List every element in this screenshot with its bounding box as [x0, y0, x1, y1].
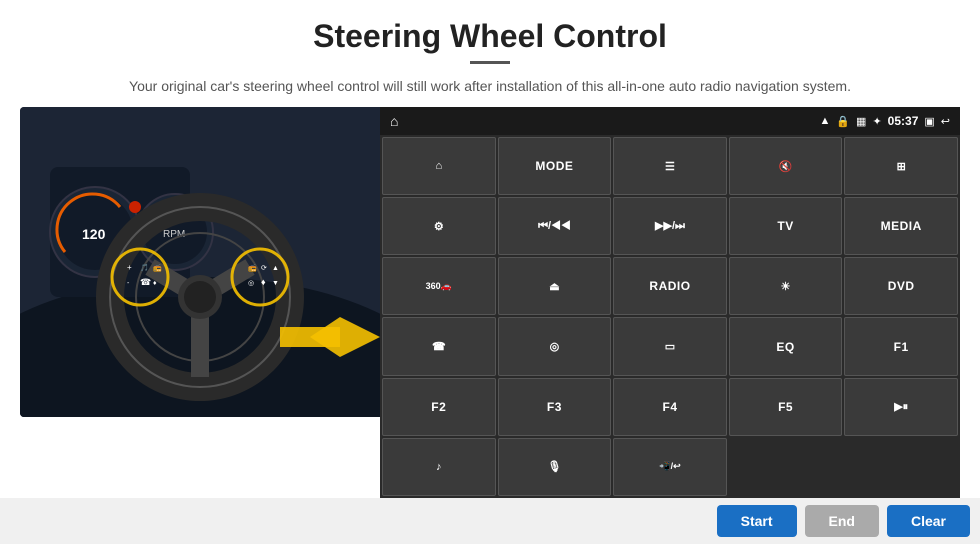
window-icon: ▣	[924, 115, 934, 128]
phone-button[interactable]: ☎	[382, 317, 496, 375]
status-bar-right: ▲ 🔒 ▦ ✦ 05:37 ▣ ↩	[819, 114, 950, 128]
status-bar-left: ⌂	[390, 113, 398, 129]
mute-button[interactable]: 🔇	[729, 137, 843, 195]
screen-button[interactable]: ▭	[613, 317, 727, 375]
buttons-grid: ⌂ MODE ☰ 🔇 ⊞ ⚙ ⏮/◀◀ ▶▶/⏭ TV MEDIA 360🚗 ⏏…	[380, 135, 960, 498]
call-toggle-button[interactable]: 📲/↩	[613, 438, 727, 496]
header-section: Steering Wheel Control Your original car…	[0, 0, 980, 107]
eq-button[interactable]: EQ	[729, 317, 843, 375]
f4-button[interactable]: F4	[613, 378, 727, 436]
grid-button[interactable]: ⊞	[844, 137, 958, 195]
f1-button[interactable]: F1	[844, 317, 958, 375]
svg-text:📻: 📻	[248, 264, 257, 272]
prev-button[interactable]: ⏮/◀◀	[498, 197, 612, 255]
end-button[interactable]: End	[805, 505, 879, 537]
back-icon: ↩	[941, 115, 950, 128]
brightness-button[interactable]: ☀	[729, 257, 843, 315]
svg-text:🎵: 🎵	[140, 263, 149, 272]
playpause-button[interactable]: ▶⏸	[844, 378, 958, 436]
car-image-section: 120 RPM	[20, 107, 380, 417]
next-button[interactable]: ▶▶/⏭	[613, 197, 727, 255]
bottom-bar: Start End Clear	[0, 498, 980, 544]
subtitle-text: Your original car's steering wheel contr…	[60, 76, 920, 97]
radio-button[interactable]: RADIO	[613, 257, 727, 315]
svg-text:📻: 📻	[153, 264, 162, 272]
eject-button[interactable]: ⏏	[498, 257, 612, 315]
start-button[interactable]: Start	[717, 505, 797, 537]
f5-button[interactable]: F5	[729, 378, 843, 436]
svg-text:+: +	[127, 263, 132, 272]
empty-btn-1	[729, 438, 843, 496]
settings-button[interactable]: ⚙	[382, 197, 496, 255]
360-button[interactable]: 360🚗	[382, 257, 496, 315]
page-title: Steering Wheel Control	[60, 18, 920, 55]
empty-btn-2	[844, 438, 958, 496]
svg-text:▲: ▲	[272, 265, 279, 272]
wifi-icon: ▲	[819, 115, 830, 127]
svg-text:◎: ◎	[248, 280, 254, 287]
lock-icon: 🔒	[836, 115, 850, 128]
music-button[interactable]: ♪	[382, 438, 496, 496]
time-display: 05:37	[888, 114, 919, 128]
list-button[interactable]: ☰	[613, 137, 727, 195]
content-area: 120 RPM	[0, 107, 980, 498]
home-button[interactable]: ⌂	[382, 137, 496, 195]
clear-button[interactable]: Clear	[887, 505, 970, 537]
svg-text:♦: ♦	[261, 277, 266, 287]
nav-button[interactable]: ◎	[498, 317, 612, 375]
home-icon: ⌂	[390, 113, 398, 129]
tv-button[interactable]: TV	[729, 197, 843, 255]
mode-button[interactable]: MODE	[498, 137, 612, 195]
f3-button[interactable]: F3	[498, 378, 612, 436]
status-bar: ⌂ ▲ 🔒 ▦ ✦ 05:37 ▣ ↩	[380, 107, 960, 135]
mic-button[interactable]: 🎙	[498, 438, 612, 496]
radio-panel: ⌂ ▲ 🔒 ▦ ✦ 05:37 ▣ ↩ ⌂ MODE ☰ 🔇	[380, 107, 960, 498]
page-container: Steering Wheel Control Your original car…	[0, 0, 980, 544]
dvd-button[interactable]: DVD	[844, 257, 958, 315]
svg-text:☎: ☎	[140, 277, 151, 287]
svg-text:⟳: ⟳	[261, 265, 267, 272]
media-button[interactable]: MEDIA	[844, 197, 958, 255]
svg-text:120: 120	[82, 226, 106, 242]
f2-button[interactable]: F2	[382, 378, 496, 436]
title-divider	[470, 61, 510, 64]
bluetooth-icon: ✦	[872, 115, 881, 128]
svg-text:▼: ▼	[272, 280, 279, 287]
svg-text:♦: ♦	[153, 280, 157, 287]
sim-icon: ▦	[856, 115, 866, 128]
